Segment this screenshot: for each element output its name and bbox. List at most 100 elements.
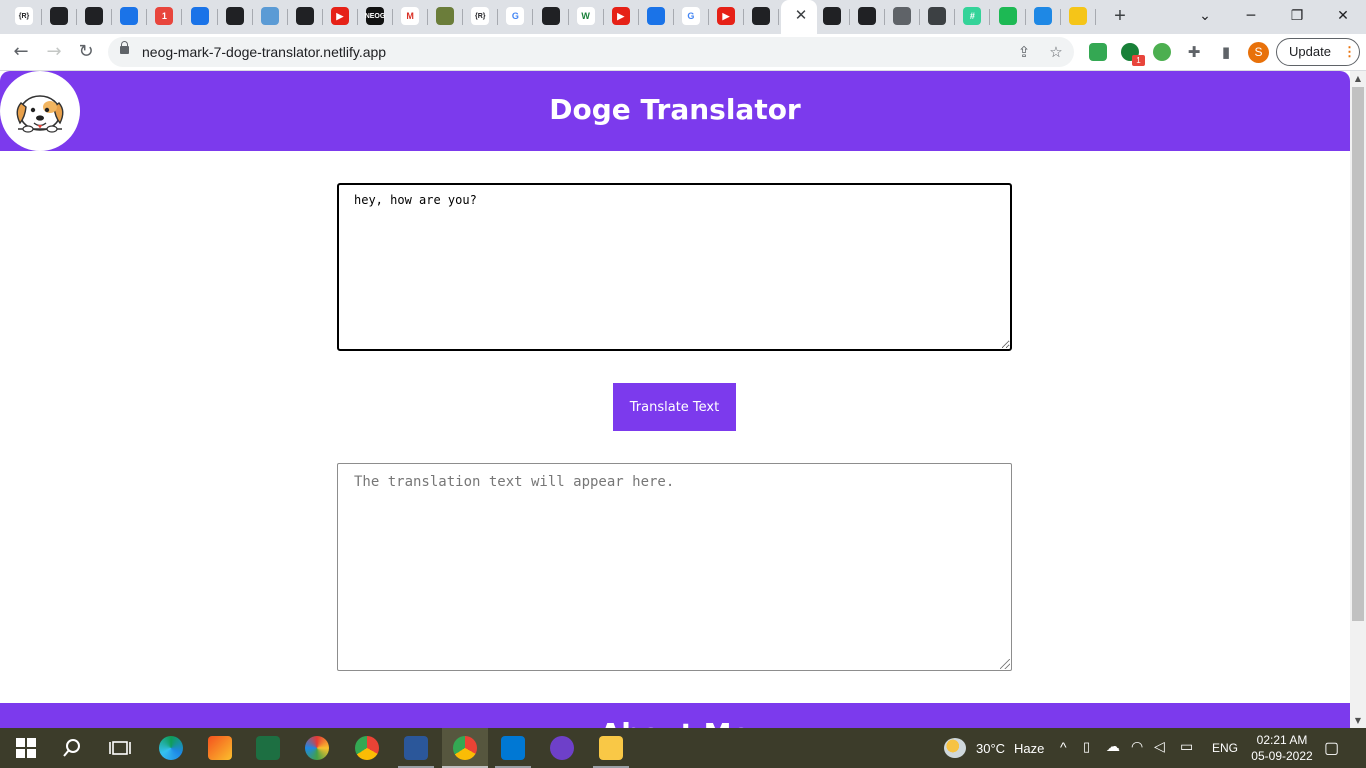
new-tab-button[interactable]: + [1109, 5, 1131, 27]
translation-output-area[interactable]: The translation text will appear here. [337, 463, 1012, 671]
excel-icon[interactable] [256, 736, 280, 760]
tab-separator [672, 9, 674, 25]
globe-icon[interactable] [893, 7, 912, 25]
youtube-icon[interactable]: ▶ [330, 7, 349, 25]
tab-search-icon[interactable]: ⌄ [1192, 4, 1218, 28]
tab-separator [462, 9, 464, 25]
volume-icon[interactable]: ◁ [1154, 738, 1165, 755]
address-bar[interactable]: neog-mark-7-doge-translator.netlify.app … [108, 37, 1074, 67]
back-arrow-icon[interactable]: ← [8, 39, 34, 65]
chrome-active-icon[interactable] [453, 736, 477, 760]
tab-separator [497, 9, 499, 25]
wheel-icon[interactable] [823, 7, 841, 25]
keyboard-icon[interactable]: ▭ [1180, 738, 1193, 755]
clock-date: 05-09-2022 [1251, 749, 1313, 763]
youtube-icon[interactable]: ▶ [611, 7, 630, 25]
gmail-icon[interactable]: M [401, 7, 420, 25]
imdb-icon[interactable] [1068, 7, 1087, 25]
notification-icon[interactable]: ▢ [1324, 738, 1339, 758]
tab-separator [884, 9, 886, 25]
reload-icon[interactable]: ↻ [73, 39, 99, 65]
paint-icon[interactable] [208, 736, 232, 760]
badge-1-icon[interactable]: 1 [155, 7, 174, 25]
onedrive-cloud-icon[interactable]: ☁ [1106, 738, 1120, 755]
github-icon[interactable] [295, 7, 314, 25]
weather-temp[interactable]: 30°C [976, 741, 1005, 756]
youtube-icon[interactable]: ▶ [717, 7, 735, 25]
tab-separator [567, 9, 569, 25]
tab-separator [356, 9, 358, 25]
edge-browser-icon[interactable] [159, 736, 183, 760]
taskbar-clock[interactable]: 02:21 AM 05-09-2022 [1244, 732, 1320, 764]
share-icon[interactable]: ⇪ [1014, 42, 1034, 62]
google-icon[interactable]: G [506, 7, 525, 25]
lock-icon[interactable] [120, 41, 129, 54]
hash-icon[interactable]: # [963, 7, 982, 25]
url-text: neog-mark-7-doge-translator.netlify.app [142, 44, 387, 60]
github-icon[interactable] [858, 7, 877, 25]
word-icon[interactable] [404, 736, 428, 760]
neog-icon[interactable]: NEOG [365, 7, 385, 25]
restore-icon[interactable]: ❐ [1284, 4, 1310, 28]
windows-start-icon[interactable] [14, 736, 38, 760]
extension-globe-icon[interactable] [1153, 43, 1171, 61]
translate-button[interactable]: Translate Text [613, 383, 736, 431]
tab-separator [532, 9, 534, 25]
github-icon[interactable] [50, 7, 69, 25]
scroll-up-icon[interactable]: ▲ [1350, 71, 1366, 87]
extensions-puzzle-icon[interactable]: ✚ [1184, 42, 1204, 62]
weather-desc[interactable]: Haze [1014, 741, 1044, 756]
scroll-down-icon[interactable]: ▼ [1350, 713, 1366, 729]
tray-battery-icon[interactable]: ▯ [1083, 739, 1090, 755]
tab-separator [41, 9, 42, 25]
resize-grip-icon[interactable] [1000, 659, 1010, 669]
spinner-icon[interactable] [646, 7, 665, 25]
bookmark-star-icon[interactable]: ☆ [1046, 42, 1066, 62]
github-desktop-icon[interactable] [550, 736, 574, 760]
close-tab-icon[interactable]: ✕ [793, 7, 809, 25]
profile-avatar[interactable]: S [1248, 42, 1269, 63]
github-icon[interactable] [85, 7, 104, 25]
tab-separator [707, 9, 709, 25]
scroll-thumb[interactable] [1352, 87, 1364, 621]
github-icon[interactable] [541, 7, 560, 25]
menu-dots-icon: ⋮ [1343, 44, 1356, 59]
extension-printer-icon[interactable] [1089, 43, 1107, 61]
pixel-icon[interactable] [436, 7, 455, 25]
task-view-icon[interactable] [108, 736, 132, 760]
tab-separator [989, 9, 991, 25]
minimize-icon[interactable]: ─ [1238, 4, 1264, 28]
clock-time: 02:21 AM [1256, 733, 1308, 747]
github-icon[interactable] [225, 7, 244, 25]
side-panel-icon[interactable]: ▮ [1216, 42, 1236, 62]
text-input-area[interactable] [337, 183, 1012, 351]
google-icon[interactable]: G [681, 7, 700, 25]
tab-separator [392, 9, 393, 25]
page-scrollbar[interactable]: ▲ ▼ [1350, 71, 1366, 729]
document-icon[interactable] [928, 7, 947, 25]
earth-icon[interactable] [1033, 7, 1052, 25]
window-close-icon[interactable]: ✕ [1330, 4, 1356, 28]
laptop-icon[interactable] [260, 7, 279, 25]
github-icon[interactable] [752, 7, 771, 25]
tab-separator [954, 9, 956, 25]
forward-arrow-icon[interactable]: → [41, 39, 67, 65]
windows-taskbar: 30°C Haze ^ ▯ ☁ ◠ ◁ ▭ ENG 02:21 AM 05-09… [0, 728, 1366, 768]
language-indicator[interactable]: ENG [1212, 741, 1238, 755]
vscode-icon[interactable] [501, 736, 525, 760]
wifi-icon[interactable]: ◠ [1131, 738, 1143, 755]
spotify-icon[interactable] [998, 7, 1017, 25]
power-icon[interactable] [120, 7, 139, 25]
tray-chevron-icon[interactable]: ^ [1060, 739, 1067, 755]
diamond-icon[interactable] [190, 7, 209, 25]
chrome-icon[interactable] [355, 736, 379, 760]
file-explorer-icon[interactable] [599, 736, 623, 760]
w-icon[interactable]: W [576, 7, 595, 25]
r-brackets-icon[interactable]: {R} [471, 7, 490, 25]
search-icon[interactable] [60, 736, 84, 760]
update-button[interactable]: Update ⋮ [1276, 38, 1360, 66]
photos-icon[interactable] [305, 736, 329, 760]
browser-toolbar: ← → ↻ neog-mark-7-doge-translator.netlif… [0, 34, 1366, 71]
r-brackets-icon[interactable]: {R} [15, 7, 33, 25]
weather-icon[interactable] [944, 738, 966, 758]
